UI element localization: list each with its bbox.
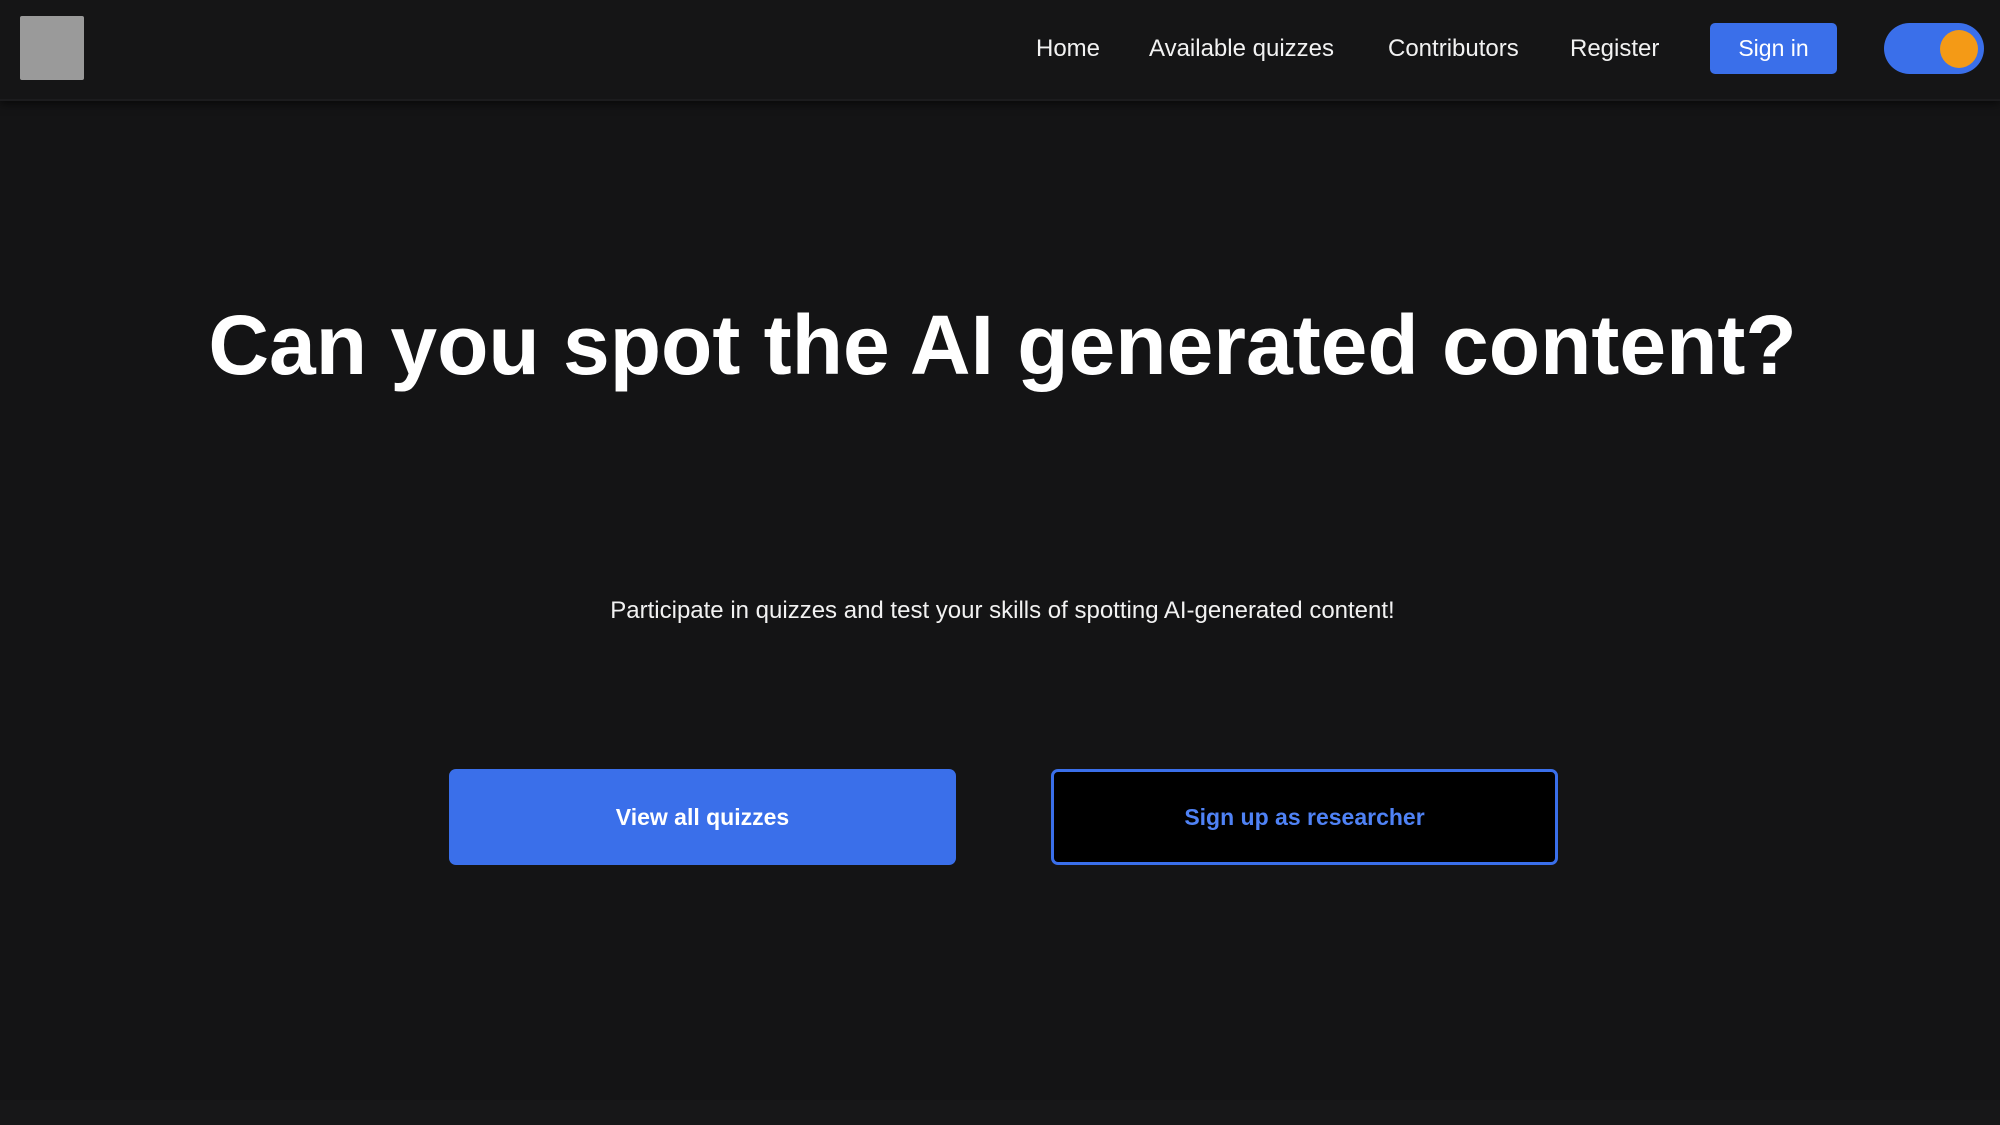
logo-image[interactable]	[20, 16, 84, 80]
view-all-quizzes-button[interactable]: View all quizzes	[449, 769, 956, 865]
nav-link-contributors[interactable]: Contributors	[1388, 31, 1519, 67]
top-navbar: Home Available quizzes Contributors Regi…	[0, 0, 2000, 101]
nav-link-available-quizzes[interactable]: Available quizzes	[1149, 31, 1334, 67]
nav-link-register[interactable]: Register	[1570, 31, 1659, 67]
sign-in-button[interactable]: Sign in	[1710, 23, 1837, 74]
footer-strip	[0, 1100, 2000, 1125]
hero-title: Can you spot the AI generated content?	[208, 298, 1797, 392]
nav-link-home[interactable]: Home	[1036, 31, 1100, 67]
theme-toggle[interactable]	[1884, 23, 1984, 74]
theme-toggle-knob	[1940, 30, 1978, 68]
hero-subtitle: Participate in quizzes and test your ski…	[610, 597, 1395, 624]
sign-up-researcher-button[interactable]: Sign up as researcher	[1051, 769, 1558, 865]
page: Home Available quizzes Contributors Regi…	[0, 0, 2000, 1125]
